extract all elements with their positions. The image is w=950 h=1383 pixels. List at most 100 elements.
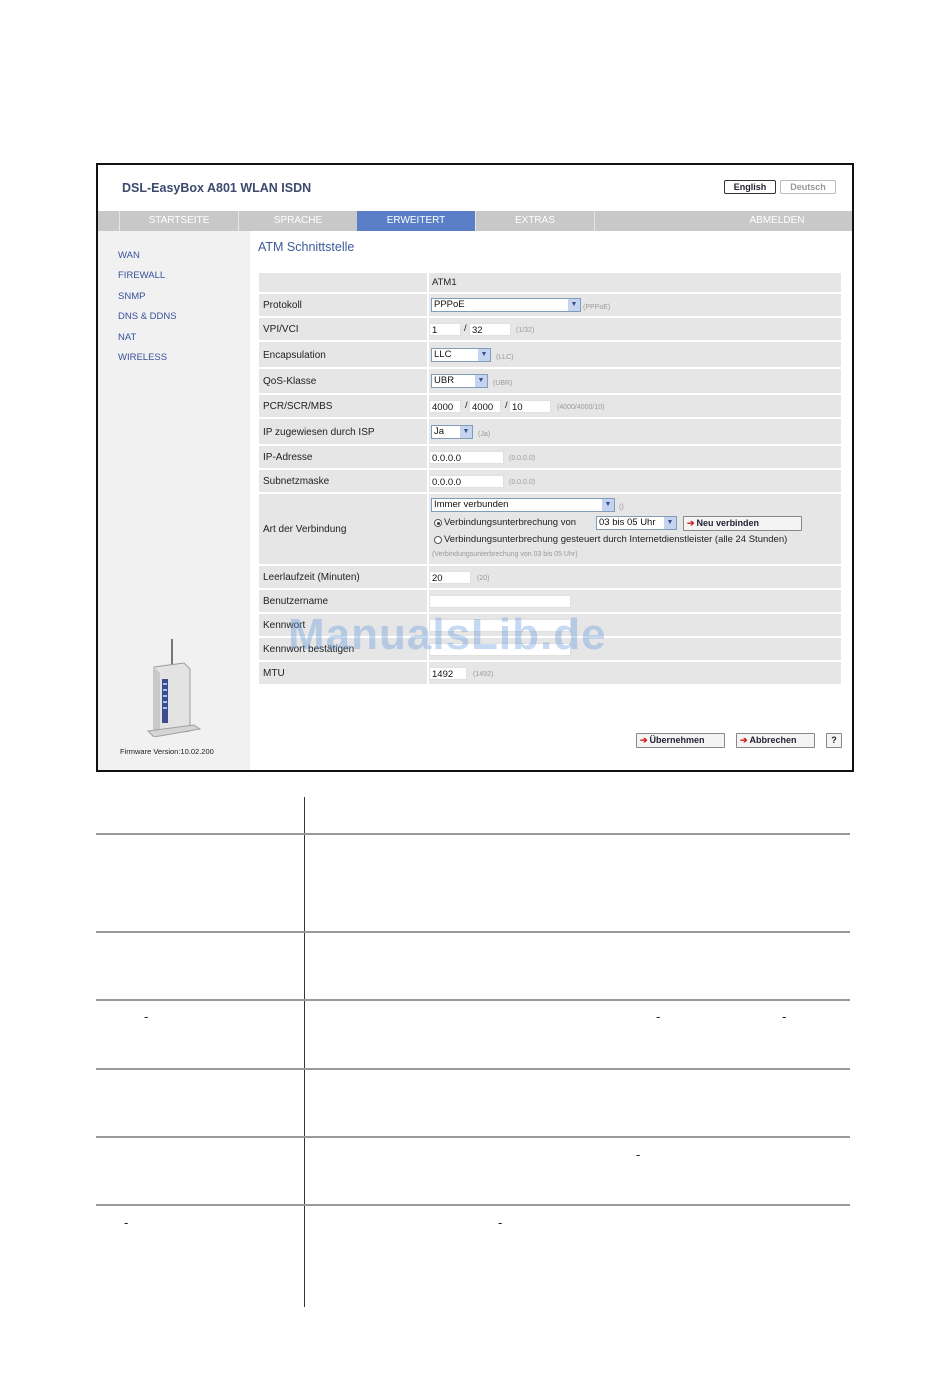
- language-english-button[interactable]: English: [724, 180, 776, 194]
- verbindung-label: Art der Verbindung: [263, 524, 347, 535]
- nav-startseite[interactable]: STARTSEITE: [120, 211, 238, 231]
- sidebar-item-snmp[interactable]: SNMP: [118, 291, 145, 302]
- subnet-hint: (0.0.0.0): [509, 479, 536, 486]
- form-header-row: ATM1: [259, 273, 841, 294]
- benutzer-input[interactable]: [429, 595, 571, 608]
- ip-isp-value: Ja: [434, 426, 445, 437]
- subnet-label: Subnetzmaske: [263, 476, 330, 487]
- nav-extras[interactable]: EXTRAS: [476, 211, 594, 231]
- qos-cell: UBR ▼ (UBR): [427, 369, 841, 393]
- row-mtu: MTU 1492 (1492): [259, 662, 841, 686]
- sidebar-item-wan[interactable]: WAN: [118, 250, 140, 261]
- cancel-button[interactable]: ➔ Abbrechen: [736, 733, 815, 748]
- header: DSL-EasyBox A801 WLAN ISDN English Deuts…: [98, 165, 852, 211]
- chevron-down-icon: ▼: [602, 499, 614, 511]
- main-nav: STARTSEITE SPRACHE ERWEITERT EXTRAS ABME…: [98, 211, 852, 231]
- encapsulation-value: LLC: [434, 349, 452, 360]
- leerlauf-hint: (20): [477, 575, 490, 582]
- ip-address-input[interactable]: 0.0.0.0: [429, 451, 504, 464]
- table-dash: -: [124, 1215, 129, 1230]
- watermark: ManualsLib.de: [288, 610, 607, 659]
- help-button[interactable]: ?: [826, 733, 842, 748]
- ip-isp-select[interactable]: Ja ▼: [431, 425, 473, 439]
- pcr-input[interactable]: 4000: [429, 400, 461, 413]
- verbindung-select[interactable]: Immer verbunden ▼: [431, 498, 615, 512]
- table-row-divider: [96, 1204, 850, 1206]
- row-pcr: PCR/SCR/MBS 4000 / 4000 / 10 (4000/4000/…: [259, 395, 841, 419]
- row-ip-address: IP-Adresse 0.0.0.0 (0.0.0.0): [259, 446, 841, 470]
- vpi-vci-separator: /: [464, 323, 467, 334]
- ip-isp-cell: Ja ▼ (Ja): [427, 419, 841, 444]
- subnet-cell: 0.0.0.0 (0.0.0.0): [427, 470, 841, 492]
- ip-address-label: IP-Adresse: [263, 452, 313, 463]
- pcr-separator: /: [465, 400, 468, 411]
- ip-isp-hint: (Ja): [478, 431, 491, 438]
- sidebar-item-nat[interactable]: NAT: [118, 332, 136, 343]
- pcr-label: PCR/SCR/MBS: [263, 401, 333, 412]
- qos-select[interactable]: UBR ▼: [431, 374, 488, 388]
- option1-radio[interactable]: [434, 519, 442, 527]
- nav-erweitert[interactable]: ERWEITERT: [357, 211, 475, 231]
- row-verbindung: Art der Verbindung Immer verbunden ▼ () …: [259, 494, 841, 566]
- row-leerlauf: Leerlaufzeit (Minuten) 20 (20): [259, 566, 841, 590]
- leerlauf-input[interactable]: 20: [429, 571, 471, 584]
- qos-value: UBR: [434, 375, 455, 386]
- page-title: ATM Schnittstelle: [258, 240, 355, 254]
- verbindung-value: Immer verbunden: [434, 499, 509, 510]
- subnet-input[interactable]: 0.0.0.0: [429, 475, 504, 488]
- chevron-down-icon: ▼: [478, 349, 490, 361]
- chevron-down-icon: ▼: [475, 375, 487, 387]
- row-qos: QoS-Klasse UBR ▼ (UBR): [259, 369, 841, 395]
- row-subnet: Subnetzmaske 0.0.0.0 (0.0.0.0): [259, 470, 841, 494]
- mtu-input[interactable]: 1492: [429, 667, 467, 680]
- verbindung-note: (Verbindungsunterbrechung von 03 bis 05 …: [432, 551, 578, 558]
- option1-time-select[interactable]: 03 bis 05 Uhr ▼: [596, 516, 677, 530]
- nav-sprache[interactable]: SPRACHE: [239, 211, 357, 231]
- ip-address-hint: (0.0.0.0): [509, 455, 536, 462]
- vpi-vci-hint: (1/32): [516, 327, 535, 334]
- qos-label: QoS-Klasse: [263, 376, 317, 387]
- encapsulation-cell: LLC ▼ (LLC): [427, 342, 841, 367]
- row-protokoll: Protokoll PPPoE ▼ (PPPoE): [259, 294, 841, 318]
- pcr-hint: (4000/4000/10): [557, 404, 605, 411]
- nav-abmelden[interactable]: ABMELDEN: [718, 211, 836, 231]
- sidebar-item-firewall[interactable]: FIREWALL: [118, 270, 165, 281]
- apply-button[interactable]: ➔ Übernehmen: [636, 733, 725, 748]
- scr-input[interactable]: 4000: [469, 400, 501, 413]
- benutzer-label: Benutzername: [263, 596, 329, 607]
- encapsulation-label: Encapsulation: [263, 350, 326, 361]
- language-deutsch-button[interactable]: Deutsch: [780, 180, 836, 194]
- mtu-cell: 1492 (1492): [427, 662, 841, 684]
- protokoll-select[interactable]: PPPoE ▼: [431, 298, 581, 312]
- table-row-divider: [96, 1136, 850, 1138]
- option2-radio[interactable]: [434, 536, 442, 544]
- nav-separator: [594, 211, 595, 231]
- pcr-cell: 4000 / 4000 / 10 (4000/4000/10): [427, 395, 841, 417]
- router-image: [146, 639, 202, 737]
- sidebar-item-wireless[interactable]: WIRELESS: [118, 352, 167, 363]
- sidebar-item-dns-ddns[interactable]: DNS & DDNS: [118, 311, 177, 322]
- row-vpi-vci: VPI/VCI 1 / 32 (1/32): [259, 318, 841, 342]
- vpi-input[interactable]: 1: [429, 323, 461, 336]
- chevron-down-icon: ▼: [568, 299, 580, 311]
- protokoll-cell: PPPoE ▼ (PPPoE): [427, 294, 841, 316]
- vci-input[interactable]: 32: [469, 323, 511, 336]
- mtu-label: MTU: [263, 668, 285, 679]
- firmware-version: Firmware Version:10.02.200: [120, 747, 214, 756]
- reconnect-label: Neu verbinden: [696, 518, 760, 528]
- reconnect-button[interactable]: ➔ Neu verbinden: [683, 516, 802, 531]
- benutzer-cell: [427, 590, 841, 612]
- leerlauf-cell: 20 (20): [427, 566, 841, 588]
- encapsulation-select[interactable]: LLC ▼: [431, 348, 491, 362]
- mtu-hint: (1492): [473, 671, 494, 678]
- option1-label: Verbindungsunterbrechung von: [444, 517, 577, 528]
- chevron-down-icon: ▼: [460, 426, 472, 438]
- mbs-input[interactable]: 10: [509, 400, 551, 413]
- table-dash: -: [498, 1215, 503, 1230]
- protokoll-label: Protokoll: [263, 300, 302, 311]
- vpi-vci-label: VPI/VCI: [263, 324, 299, 335]
- scr-separator: /: [505, 400, 508, 411]
- description-table: - - - - - -: [96, 797, 850, 1307]
- verbindung-cell: Immer verbunden ▼ () Verbindungsunterbre…: [427, 494, 841, 564]
- vpi-vci-cell: 1 / 32 (1/32): [427, 318, 841, 340]
